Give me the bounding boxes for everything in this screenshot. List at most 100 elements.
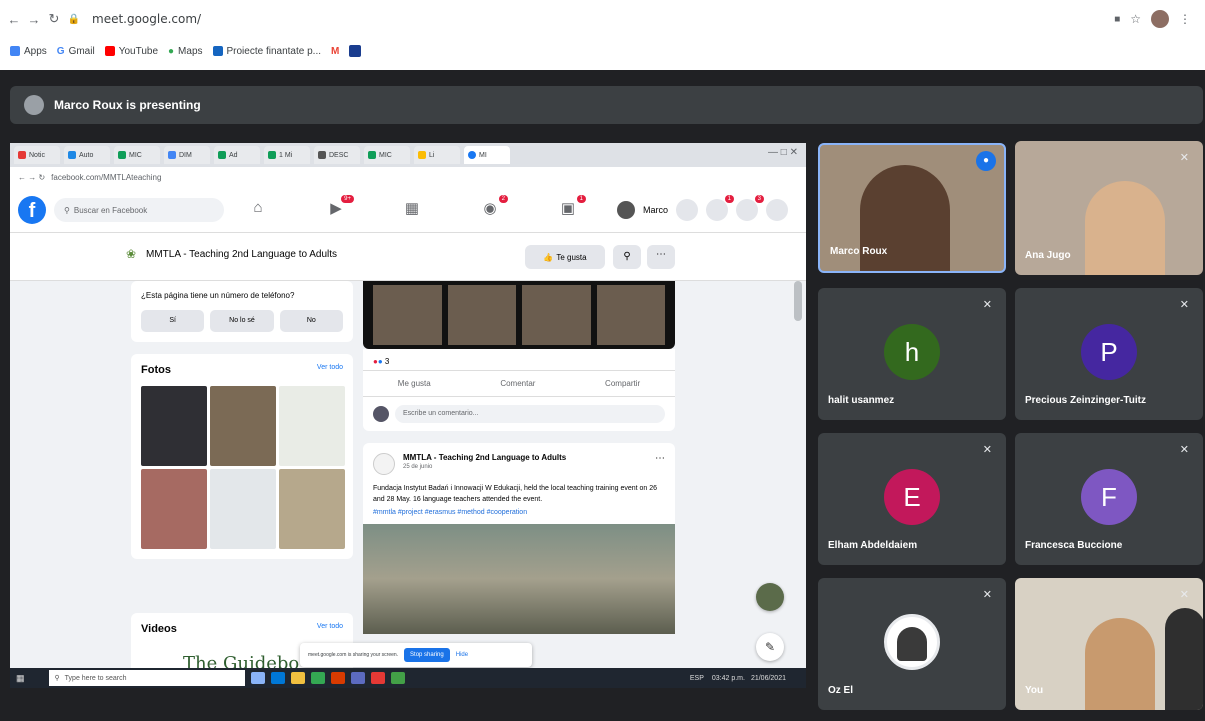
address-bar[interactable]: meet.google.com/ bbox=[92, 12, 201, 26]
like-icon: ● bbox=[377, 357, 383, 366]
tray-time: 03:42 p.m. bbox=[711, 674, 745, 682]
apps-icon bbox=[10, 46, 20, 56]
participant-name: Francesca Buccione bbox=[1025, 540, 1123, 551]
participant-tile-oz[interactable]: ✕ Oz El bbox=[818, 578, 1006, 710]
bookmark-icon bbox=[349, 45, 362, 57]
photo-thumb bbox=[279, 386, 345, 466]
profile-avatar[interactable] bbox=[1151, 10, 1169, 28]
watch-icon: ▶ 9+ bbox=[324, 195, 354, 221]
back-icon[interactable]: ← bbox=[4, 12, 24, 27]
comment-row: Escribe un comentario... bbox=[363, 397, 675, 431]
participant-tile-elham[interactable]: ✕ E Elham Abdeldaiem bbox=[818, 433, 1006, 565]
participant-video bbox=[1085, 618, 1155, 710]
browser-tab: Auto bbox=[64, 146, 110, 164]
presenter-avatar bbox=[24, 95, 44, 115]
answer-yes: Sí bbox=[141, 310, 205, 332]
star-icon[interactable]: ☆ bbox=[1130, 12, 1141, 26]
contact-avatar bbox=[756, 583, 784, 611]
photo-thumb bbox=[279, 469, 345, 549]
participant-tile-ana[interactable]: ✕ Ana Jugo bbox=[1015, 141, 1203, 275]
browser-chrome: ← → ↻ 🔒 meet.google.com/ ■ ☆ ⋮ Apps G Gma… bbox=[0, 0, 1205, 70]
phone-question-card: ¿Esta página tiene un número de teléfono… bbox=[131, 281, 353, 342]
gaming-icon: ▣ 1 bbox=[556, 195, 586, 221]
edge-icon bbox=[270, 672, 285, 684]
window-controls: — □ ✕ bbox=[768, 147, 798, 158]
edit-icon: ✎ bbox=[756, 633, 784, 661]
avatar: F bbox=[1081, 469, 1137, 525]
thumb-up-icon: 👍 bbox=[543, 252, 554, 262]
avatar: h bbox=[884, 324, 940, 380]
taskview-icon bbox=[250, 672, 265, 684]
answer-dont-know: No lo sé bbox=[210, 310, 274, 332]
page-logo-icon: ❀ bbox=[126, 247, 137, 261]
participant-tile-precious[interactable]: ✕ P Precious Zeinzinger-Tuitz bbox=[1015, 288, 1203, 420]
facebook-logo-icon: f bbox=[18, 196, 46, 224]
videos-title: Videos bbox=[141, 623, 177, 635]
bookmark-gmail-m[interactable]: M bbox=[331, 46, 339, 57]
participant-tile-you[interactable]: ✕ You bbox=[1015, 578, 1203, 710]
comment-action: Comentar bbox=[500, 379, 536, 388]
bookmark-maps[interactable]: ● Maps bbox=[168, 46, 203, 57]
forward-icon[interactable]: → bbox=[24, 12, 44, 27]
browser-tab: Notic bbox=[14, 146, 60, 164]
taskbar-search: ⚲ Type here to search bbox=[48, 670, 245, 686]
avatar: E bbox=[884, 469, 940, 525]
search-icon: ⚲ bbox=[64, 205, 70, 215]
avatar bbox=[373, 406, 389, 422]
browser-tab: MIC bbox=[114, 146, 160, 164]
marketplace-icon: ▦ bbox=[404, 200, 420, 217]
photo-thumb bbox=[210, 469, 276, 549]
photos-grid bbox=[141, 386, 345, 549]
youtube-icon bbox=[104, 46, 115, 56]
post-tags: #mmtla #project #erasmus #method #cooper… bbox=[373, 509, 528, 516]
reload-icon[interactable]: ↻ bbox=[44, 11, 64, 27]
app-icon bbox=[390, 672, 405, 684]
participant-tile-halit[interactable]: ✕ h halit usanmez bbox=[818, 288, 1006, 420]
avatar bbox=[884, 614, 940, 670]
mic-off-icon: ✕ bbox=[982, 589, 992, 601]
share-notice-text: meet.google.com is sharing your screen. bbox=[308, 652, 399, 658]
post-author: MMTLA - Teaching 2nd Language to Adults bbox=[403, 453, 567, 462]
shared-address-bar: ← → ↻ facebook.com/MMTLAteaching bbox=[10, 167, 806, 187]
bookmark-apps[interactable]: Apps bbox=[10, 46, 47, 57]
scrollbar bbox=[794, 281, 802, 321]
page-name: MMTLA - Teaching 2nd Language to Adults bbox=[146, 249, 338, 260]
photos-title: Fotos bbox=[141, 364, 171, 376]
back-icon: ← → ↻ bbox=[18, 172, 46, 182]
groups-icon: ◉ 2 bbox=[478, 195, 508, 221]
bookmark-blue[interactable] bbox=[349, 45, 362, 57]
bookmark-youtube[interactable]: YouTube bbox=[104, 46, 158, 57]
bookmark-gmail[interactable]: G Gmail bbox=[57, 46, 95, 57]
post-page-logo bbox=[373, 453, 395, 475]
facebook-search: ⚲ Buscar en Facebook bbox=[54, 198, 224, 222]
participant-tile-francesca[interactable]: ✕ F Francesca Buccione bbox=[1015, 433, 1203, 565]
browser-tab: Ad bbox=[214, 146, 260, 164]
more-icon: ⋯ bbox=[647, 245, 675, 269]
search-icon: ⚲ bbox=[54, 675, 60, 682]
post-body: Fundacja Instytut Badań i Innowacji W Ed… bbox=[373, 485, 658, 503]
user-name: Marco bbox=[642, 205, 668, 215]
bookmark-icon bbox=[212, 46, 223, 56]
avatar-photo bbox=[897, 627, 927, 661]
facebook-account-bar: Marco 1 3 bbox=[616, 195, 788, 221]
bookmark-proiecte[interactable]: Proiecte finantate p... bbox=[212, 46, 321, 57]
notifications-icon: 3 bbox=[736, 195, 764, 221]
menu-icon[interactable]: ⋮ bbox=[1179, 12, 1191, 26]
extension-icon[interactable]: ■ bbox=[1114, 14, 1120, 25]
participant-video bbox=[1165, 608, 1203, 710]
page-feed: ●● 3 Me gusta Comentar Compartir Escribe… bbox=[363, 281, 675, 634]
account-dropdown-icon bbox=[766, 199, 788, 221]
answer-no: No bbox=[279, 310, 343, 332]
browser-tab: DESC bbox=[314, 146, 360, 164]
more-icon: ⋯ bbox=[655, 453, 665, 464]
participant-tile-marco[interactable]: ● Marco Roux bbox=[818, 143, 1006, 273]
gmail-icon: M bbox=[331, 45, 340, 57]
facebook-navbar: f ⚲ Buscar en Facebook ⌂ ▶ 9+ ▦ ◉ 2 ▣ 1 Mar… bbox=[10, 187, 806, 233]
tray-lang: ESP bbox=[689, 674, 704, 682]
post-image bbox=[363, 524, 675, 634]
mic-off-icon: ✕ bbox=[1179, 589, 1189, 601]
browser-tab: MI bbox=[464, 146, 510, 164]
menu-grid-icon bbox=[676, 199, 698, 221]
photos-card: Fotos Ver todo bbox=[131, 354, 353, 559]
app-icon bbox=[370, 672, 385, 684]
